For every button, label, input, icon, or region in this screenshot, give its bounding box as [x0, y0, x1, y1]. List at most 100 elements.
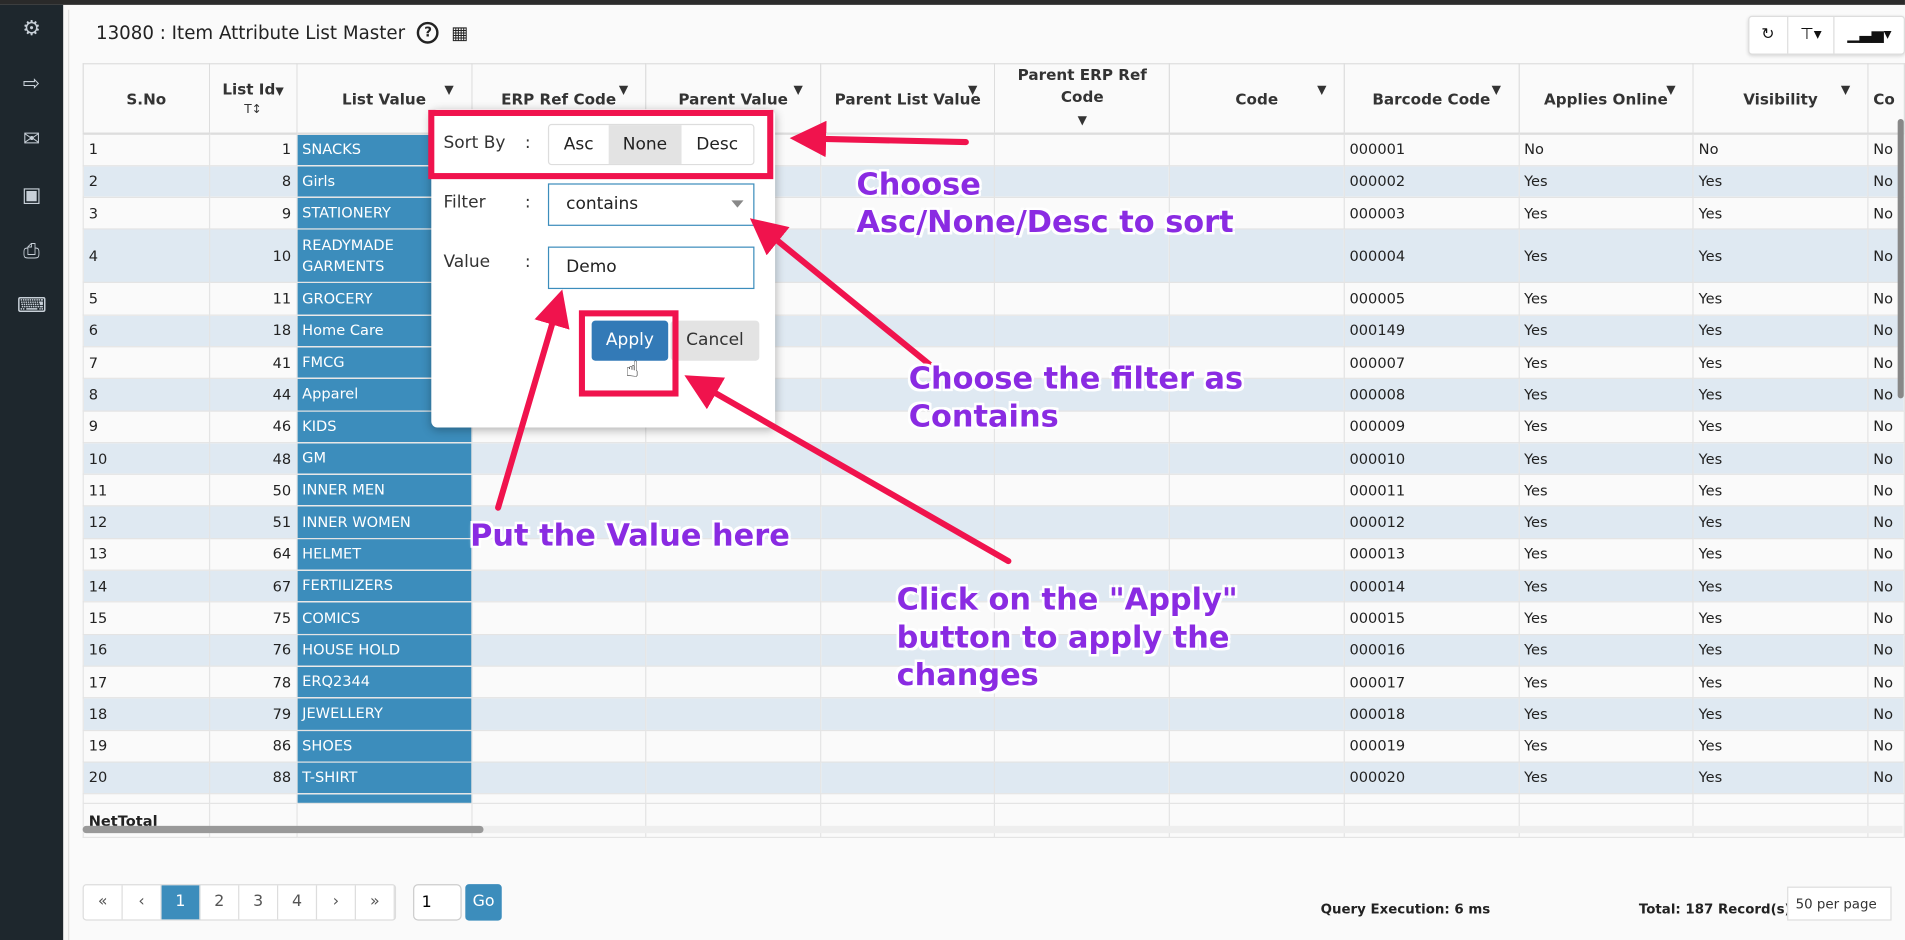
last-page-button[interactable]: » — [356, 885, 395, 920]
cell-s-no: 15 — [82, 601, 211, 635]
column-header[interactable]: S.No — [82, 63, 211, 135]
column-header-label: ERP Ref Code — [501, 89, 617, 108]
page-4-button[interactable]: 4 — [278, 885, 318, 920]
sort-desc-button[interactable]: Desc — [682, 125, 753, 164]
cell-visibility: Yes — [1692, 729, 1869, 763]
hierarchy-icon[interactable]: ⊤▾ — [1788, 17, 1836, 54]
gear-icon[interactable]: ⚙ — [17, 17, 46, 41]
grid-layout-icon[interactable]: ▦ — [451, 22, 468, 44]
cell-list-id: 10 — [208, 228, 298, 284]
cell — [1692, 793, 1869, 805]
cell-erp-ref-code — [470, 601, 647, 635]
table-row[interactable]: 18 79 JEWELLERY 000018 Yes Yes No — [82, 697, 1905, 731]
export-icon[interactable]: ⇨ — [17, 72, 46, 96]
filter-dropdown-icon[interactable]: ▼ — [444, 84, 453, 97]
cell-barcode-code: 000017 — [1343, 665, 1520, 699]
filter-dropdown-icon[interactable]: ▼ — [968, 84, 977, 97]
table-row[interactable]: 5 11 GROCERY 000005 Yes Yes No — [82, 282, 1905, 316]
mail-icon[interactable]: ✉ — [17, 128, 46, 152]
cell-s-no: 14 — [82, 569, 211, 603]
table-row[interactable]: 6 18 Home Care 000149 Yes Yes No — [82, 314, 1905, 348]
cell-s-no: 20 — [82, 761, 211, 795]
column-header-label: Barcode Code — [1372, 89, 1491, 108]
page-2-button[interactable]: 2 — [200, 885, 240, 920]
total-records: Total: 187 Record(s) — [1638, 901, 1791, 917]
cell-list-id: 79 — [208, 697, 298, 731]
cell-parent-list-value — [819, 282, 996, 316]
apply-button[interactable]: Apply — [591, 320, 669, 361]
column-header[interactable]: Visibility ▼ — [1692, 63, 1869, 135]
bar-chart-icon[interactable]: ▁▃▅▾ — [1835, 17, 1904, 53]
cell-applies-online: Yes — [1518, 505, 1694, 539]
vertical-scrollbar[interactable] — [1897, 119, 1904, 399]
filter-dropdown-icon[interactable]: ▼ — [1841, 84, 1850, 97]
printer-icon[interactable]: ⎙ — [17, 239, 46, 263]
cell-parent-value — [645, 761, 822, 795]
cell-list-value: GM — [296, 441, 472, 476]
refresh-icon[interactable]: ↻ — [1749, 17, 1788, 54]
column-header[interactable]: Applies Online ▼ — [1518, 63, 1694, 135]
table-row[interactable]: 19 86 SHOES 000019 Yes Yes No — [82, 729, 1905, 763]
go-button[interactable]: Go — [465, 884, 502, 921]
cell-list-value: HOUSE HOLD — [296, 633, 472, 667]
cell-visibility: Yes — [1692, 761, 1869, 795]
cell-visibility: Yes — [1692, 314, 1869, 348]
cell-list-id: 11 — [208, 282, 298, 316]
cell-co: No — [1867, 665, 1905, 699]
filter-dropdown-icon[interactable]: ▼ — [1492, 84, 1501, 97]
table-row[interactable]: 12 51 INNER WOMEN 000012 Yes Yes No — [82, 505, 1905, 539]
hand-cursor-icon: ☝ — [625, 357, 639, 383]
goto-page-input[interactable]: 1 — [413, 884, 462, 921]
table-row[interactable]: 1 1 SNACKS 000001 No No No — [82, 132, 1905, 167]
cell — [1867, 793, 1905, 805]
column-header[interactable]: Code ▼ — [1168, 63, 1345, 135]
cell-visibility: Yes — [1692, 441, 1869, 476]
sort-asc-button[interactable]: Asc — [549, 125, 608, 164]
first-page-button[interactable]: « — [84, 885, 123, 920]
column-header[interactable]: List Id▼ T↕ — [208, 63, 298, 135]
next-page-button[interactable]: › — [317, 885, 356, 920]
cell-code — [1168, 729, 1345, 763]
column-header[interactable]: Parent ERP Ref Code ▼ — [994, 63, 1171, 135]
cell-visibility: Yes — [1692, 228, 1869, 284]
cell-applies-online: Yes — [1518, 633, 1694, 667]
cell-s-no: 16 — [82, 633, 211, 667]
filter-select[interactable]: contains — [547, 183, 755, 226]
filter-dropdown-icon[interactable]: ▼ — [1078, 114, 1087, 127]
sort-none-button[interactable]: None — [608, 125, 682, 164]
cell-co: No — [1867, 473, 1905, 508]
cell-barcode-code: 000020 — [1343, 761, 1520, 795]
cell-parent-erp-ref-code — [994, 473, 1171, 508]
keyboard-icon[interactable]: ⌨ — [17, 294, 47, 318]
prev-page-button[interactable]: ‹ — [123, 885, 162, 920]
column-header[interactable]: Parent List Value ▼ — [819, 63, 996, 135]
column-header[interactable]: Barcode Code ▼ — [1343, 63, 1520, 135]
cell-parent-value — [645, 633, 822, 667]
per-page-select[interactable]: 50 per page — [1787, 886, 1892, 921]
filter-dropdown-icon[interactable]: ▼ — [619, 84, 628, 97]
cell-visibility: Yes — [1692, 196, 1869, 231]
table-row[interactable]: 20 88 T-SHIRT 000020 Yes Yes No — [82, 761, 1905, 795]
cell-list-id: 86 — [208, 729, 298, 763]
annotation-line: Choose the filter as — [908, 360, 1244, 396]
cell-visibility: Yes — [1692, 378, 1869, 412]
sort-down-icon[interactable]: ▼ — [275, 86, 283, 98]
filter-dropdown-icon[interactable]: ▼ — [1666, 84, 1675, 97]
page-1-button[interactable]: 1 — [161, 885, 201, 920]
table-row[interactable]: 13 64 HELMET 000013 Yes Yes No — [82, 537, 1905, 571]
page-3-button[interactable]: 3 — [239, 885, 279, 920]
cell-code — [1168, 505, 1345, 539]
filter-dropdown-icon[interactable]: ▼ — [1317, 84, 1326, 97]
cancel-button[interactable]: Cancel — [670, 320, 760, 361]
cell-visibility: No — [1692, 132, 1869, 167]
filter-dropdown-icon[interactable]: ▼ — [793, 84, 802, 97]
calendar-sync-icon[interactable]: ▣ — [17, 183, 46, 207]
table-row[interactable]: 11 50 INNER MEN 000011 Yes Yes No — [82, 473, 1905, 508]
table-row[interactable]: 10 48 GM 000010 Yes Yes No — [82, 441, 1905, 476]
pagination: « ‹ 1 2 3 4 › » — [82, 884, 397, 921]
horizontal-scrollbar[interactable] — [82, 825, 1903, 834]
question-circle-icon[interactable]: ? — [417, 21, 440, 44]
cell-applies-online: Yes — [1518, 697, 1694, 731]
cell-parent-value — [645, 441, 822, 476]
value-input[interactable]: Demo — [547, 246, 755, 290]
